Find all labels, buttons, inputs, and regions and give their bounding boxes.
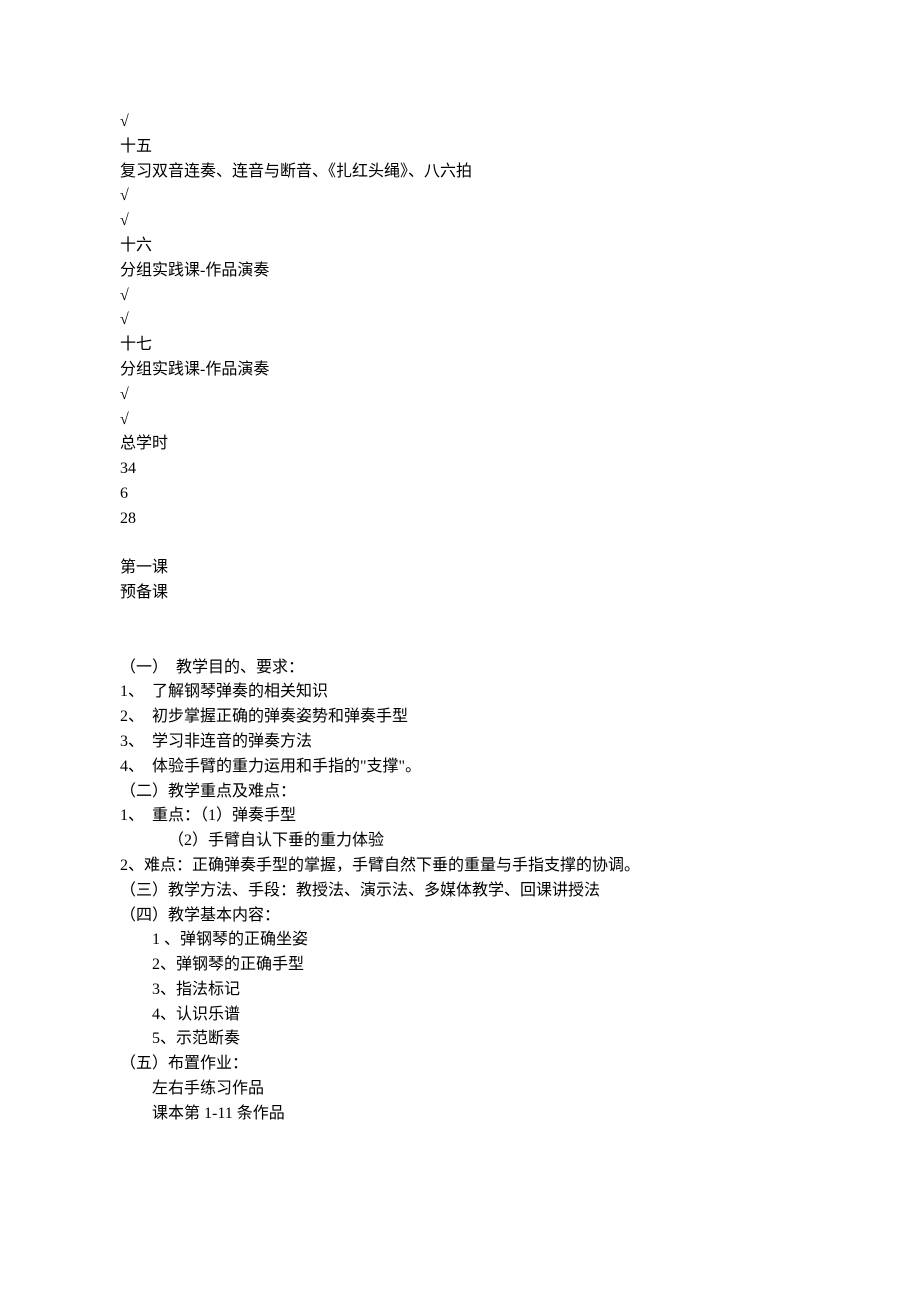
section-item: 1 、弹钢琴的正确坐姿 bbox=[120, 928, 800, 953]
top-line: 复习双音连奏、连音与断音、《扎红头绳》、八六拍 bbox=[120, 160, 800, 185]
paragraph-gap bbox=[120, 606, 800, 656]
section-item: 5、示范断奏 bbox=[120, 1027, 800, 1052]
section-item: 2、难点：正确弹奏手型的掌握，手臂自然下垂的重量与手指支撑的协调。 bbox=[120, 854, 800, 879]
section-title: （二）教学重点及难点： bbox=[120, 780, 800, 805]
top-line: 十七 bbox=[120, 333, 800, 358]
lesson-subtitle: 预备课 bbox=[120, 581, 800, 606]
section-item: 3、指法标记 bbox=[120, 978, 800, 1003]
paragraph-gap bbox=[120, 532, 800, 557]
top-line: √ bbox=[120, 184, 800, 209]
top-line: 分组实践课-作品演奏 bbox=[120, 259, 800, 284]
section-item: 3、 学习非连音的弹奏方法 bbox=[120, 730, 800, 755]
section-title: （一） 教学目的、要求： bbox=[120, 656, 800, 681]
top-line: 28 bbox=[120, 507, 800, 532]
top-line: 总学时 bbox=[120, 432, 800, 457]
document-body: √ 十五 复习双音连奏、连音与断音、《扎红头绳》、八六拍 √ √ 十六 分组实践… bbox=[120, 110, 800, 1127]
section-item: 课本第 1-11 条作品 bbox=[120, 1102, 800, 1127]
top-line: √ bbox=[120, 284, 800, 309]
top-line: 34 bbox=[120, 457, 800, 482]
section-item: 1、 了解钢琴弹奏的相关知识 bbox=[120, 680, 800, 705]
section-item: 1、 重点：（1）弹奏手型 bbox=[120, 804, 800, 829]
top-line: 分组实践课-作品演奏 bbox=[120, 358, 800, 383]
section-item: 4、 体验手臂的重力运用和手指的"支撑"。 bbox=[120, 755, 800, 780]
top-line: 十六 bbox=[120, 234, 800, 259]
section-title: （五）布置作业： bbox=[120, 1052, 800, 1077]
top-line: √ bbox=[120, 408, 800, 433]
lesson-title: 第一课 bbox=[120, 556, 800, 581]
section-item: 2、弹钢琴的正确手型 bbox=[120, 953, 800, 978]
top-line: 十五 bbox=[120, 135, 800, 160]
top-line: √ bbox=[120, 308, 800, 333]
top-line: √ bbox=[120, 209, 800, 234]
section-subitem: （2）手臂自认下垂的重力体验 bbox=[120, 829, 800, 854]
top-line: 6 bbox=[120, 482, 800, 507]
section-item: 左右手练习作品 bbox=[120, 1077, 800, 1102]
top-line: √ bbox=[120, 110, 800, 135]
section-title: （四）教学基本内容： bbox=[120, 904, 800, 929]
top-line: √ bbox=[120, 383, 800, 408]
section-title: （三）教学方法、手段：教授法、演示法、多媒体教学、回课讲授法 bbox=[120, 879, 800, 904]
section-item: 2、 初步掌握正确的弹奏姿势和弹奏手型 bbox=[120, 705, 800, 730]
section-item: 4、认识乐谱 bbox=[120, 1003, 800, 1028]
